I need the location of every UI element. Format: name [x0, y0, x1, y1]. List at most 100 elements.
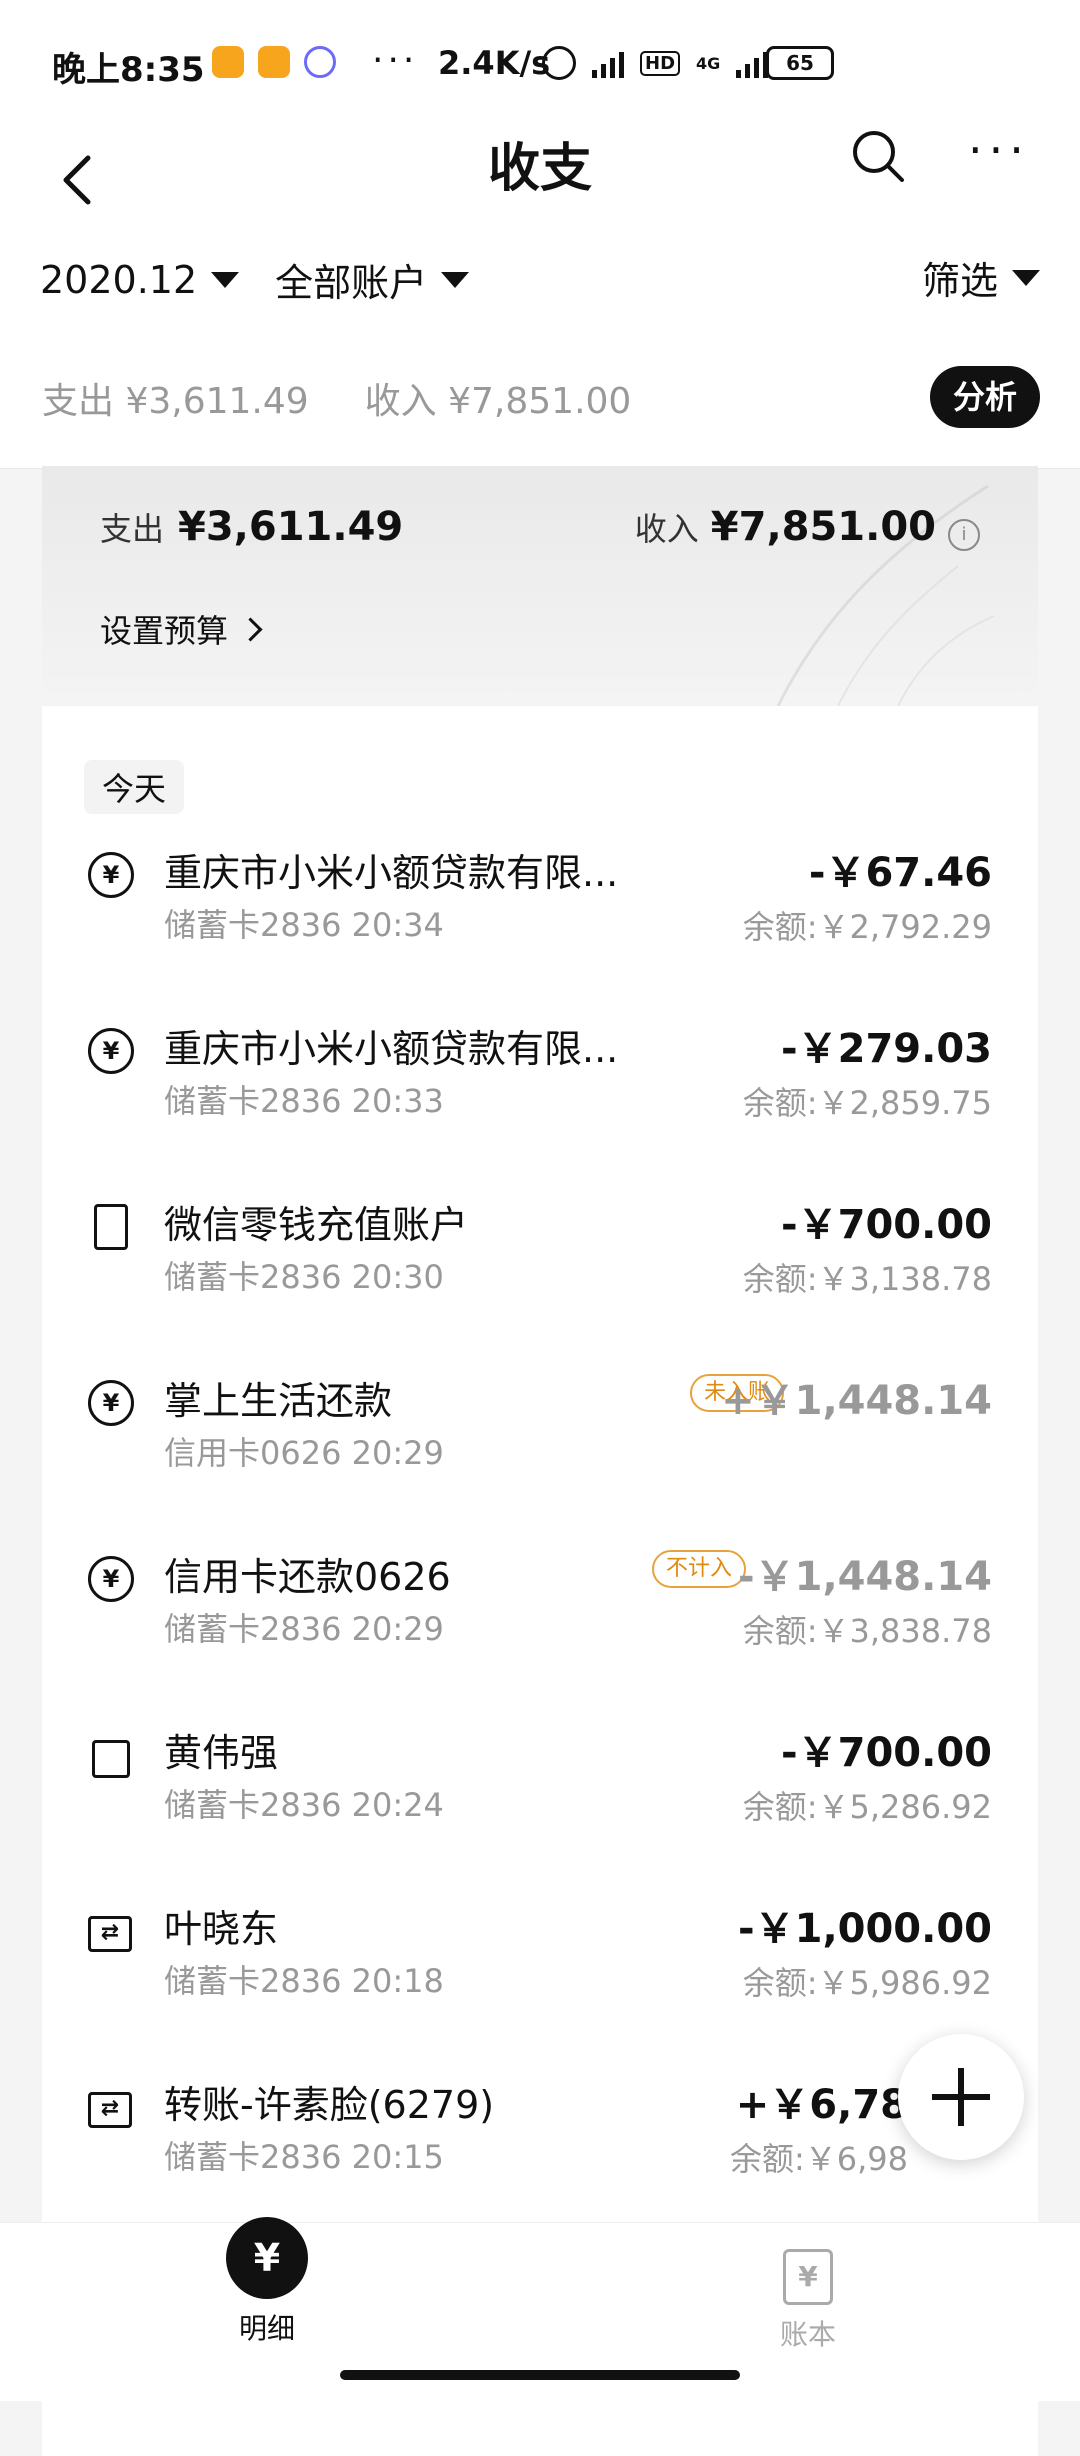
transaction-row[interactable]: ¥ 掌上生活还款 信用卡0626 20:29 未入账 +￥1,448.14	[42, 1358, 1038, 1534]
transaction-name: 黄伟强	[164, 1731, 279, 1775]
tab-details-label: 明细	[238, 2312, 295, 2345]
transaction-amount: +￥6,78	[735, 2082, 908, 2128]
transaction-name: 微信零钱充值账户	[164, 1203, 469, 1247]
transaction-amount: -￥700.00	[781, 1730, 992, 1776]
filter-label: 筛选	[921, 259, 998, 303]
alarm-icon	[542, 46, 576, 80]
transaction-amount: -￥700.00	[781, 1202, 992, 1248]
status-time: 晚上8:35	[52, 50, 205, 90]
transaction-balance: 余额:￥3,138.78	[742, 1260, 992, 1298]
transaction-row[interactable]: ¥ 重庆市小米小额贷款有限... 储蓄卡2836 20:33 -￥279.03 …	[42, 1006, 1038, 1182]
network-speed: 2.4K/s	[438, 44, 551, 82]
transfer-icon: ⇄	[88, 2092, 132, 2128]
chevron-right-icon	[238, 616, 263, 642]
period-selector[interactable]: 2020.12	[40, 257, 240, 302]
transaction-sub: 储蓄卡2836 20:33	[164, 1082, 444, 1120]
analysis-button[interactable]: 分析	[930, 366, 1040, 428]
status-right-icons: HD 4G	[542, 46, 769, 80]
status-bar: 晚上8:35 ··· 2.4K/s HD 4G 65	[0, 0, 1080, 120]
banner-income-amount: ¥7,851.00	[710, 504, 936, 550]
transaction-amount: -￥67.46	[808, 850, 992, 896]
banner-expense: 支出 ¥3,611.49	[100, 504, 403, 550]
caret-down-icon	[441, 271, 470, 288]
transaction-row[interactable]: 微信零钱充值账户 储蓄卡2836 20:30 -￥700.00 余额:￥3,13…	[42, 1182, 1038, 1358]
add-transaction-button[interactable]	[898, 2034, 1024, 2160]
transaction-balance: 余额:￥2,792.29	[742, 908, 992, 946]
repayment-icon: ¥	[88, 852, 134, 898]
budget-label: 设置预算	[100, 612, 229, 650]
transaction-row[interactable]: ⇄ 转账-许素脸(6279) 储蓄卡2836 20:15 +￥6,78 余额:￥…	[42, 2062, 1038, 2238]
transaction-name: 信用卡还款0626	[164, 1555, 451, 1599]
transaction-row[interactable]: 黄伟强 储蓄卡2836 20:24 -￥700.00 余额:￥5,286.92	[42, 1710, 1038, 1886]
transaction-amount: -￥1,448.14	[738, 1554, 992, 1600]
banner-income: 收入 ¥7,851.00 i	[635, 504, 980, 551]
transaction-sub: 信用卡0626 20:29	[164, 1434, 444, 1472]
summary-line: 支出 ¥3,611.49 收入 ¥7,851.00	[42, 372, 631, 424]
transaction-balance: 余额:￥2,859.75	[742, 1084, 992, 1122]
transaction-balance: 余额:￥3,838.78	[742, 1612, 992, 1650]
network-type: 4G	[696, 53, 721, 73]
banner-expense-amount: ¥3,611.49	[178, 504, 404, 550]
notification-app-icon-2	[258, 46, 290, 78]
caret-down-icon	[211, 271, 240, 288]
status-more-icon: ···	[372, 40, 419, 81]
tab-ledger[interactable]: ¥ 账本	[780, 2237, 836, 2353]
banner-income-label: 收入	[634, 510, 699, 548]
assistant-app-icon	[304, 46, 336, 78]
status-badge: 不计入	[651, 1550, 746, 1588]
summary-expense: 支出 ¥3,611.49	[42, 381, 309, 422]
banner-expense-label: 支出	[100, 510, 165, 548]
plant-decoration	[776, 484, 995, 706]
caret-down-icon	[1012, 269, 1040, 286]
transaction-balance: 余额:￥6,98	[729, 2140, 908, 2178]
filter-button[interactable]: 筛选	[922, 250, 1040, 305]
transaction-sub: 储蓄卡2836 20:15	[164, 2138, 444, 2176]
more-icon[interactable]: ···	[968, 127, 1030, 173]
shopping-bag-icon	[92, 1740, 130, 1778]
summary-banner: 支出 ¥3,611.49 收入 ¥7,851.00 i 设置预算	[42, 466, 1038, 706]
transaction-row[interactable]: ¥ 信用卡还款0626 储蓄卡2836 20:29 不计入 -￥1,448.14…	[42, 1534, 1038, 1710]
set-budget-link[interactable]: 设置预算	[100, 606, 263, 652]
transaction-sub: 储蓄卡2836 20:24	[164, 1786, 444, 1824]
period-label: 2020.12	[40, 257, 198, 302]
transaction-sub: 储蓄卡2836 20:30	[164, 1258, 444, 1296]
repayment-icon: ¥	[88, 1380, 134, 1426]
transaction-name: 叶晓东	[164, 1907, 279, 1951]
home-indicator[interactable]	[340, 2370, 740, 2380]
search-icon[interactable]	[850, 128, 906, 184]
notification-app-icon	[212, 46, 244, 78]
tab-details[interactable]: ¥ 明细	[226, 2217, 308, 2347]
repayment-icon: ¥	[88, 1556, 134, 1602]
transactions-card: 支出 ¥3,611.49 收入 ¥7,851.00 i 设置预算 今天 ¥ 重庆…	[42, 466, 1038, 2456]
transaction-name: 掌上生活还款	[164, 1379, 393, 1423]
details-icon: ¥	[226, 2217, 308, 2299]
signal-icon-2	[736, 48, 769, 78]
transaction-row[interactable]: ¥ 重庆市小米小额贷款有限... 储蓄卡2836 20:34 -￥67.46 余…	[42, 830, 1038, 1006]
hd-badge: HD	[640, 50, 681, 76]
transaction-name: 转账-许素脸(6279)	[164, 2083, 495, 2127]
repayment-icon: ¥	[88, 1028, 134, 1074]
info-icon[interactable]: i	[948, 519, 980, 551]
ledger-icon: ¥	[783, 2249, 833, 2305]
phone-icon	[94, 1204, 128, 1250]
account-selector[interactable]: 全部账户	[275, 252, 470, 307]
page-title: 收支	[487, 139, 592, 199]
transaction-sub: 储蓄卡2836 20:29	[164, 1610, 444, 1648]
transaction-name: 重庆市小米小额贷款有限...	[164, 1027, 619, 1071]
transaction-amount: -￥279.03	[781, 1026, 992, 1072]
transaction-name: 重庆市小米小额贷款有限...	[164, 851, 619, 895]
transaction-sub: 储蓄卡2836 20:18	[164, 1962, 444, 2000]
transaction-row[interactable]: ⇄ 叶晓东 储蓄卡2836 20:18 -￥1,000.00 余额:￥5,986…	[42, 1886, 1038, 2062]
signal-icon	[592, 48, 624, 78]
header: 收支 ··· 2020.12 全部账户 筛选 支出 ¥3,611.49 收入 ¥…	[0, 120, 1080, 469]
summary-income: 收入 ¥7,851.00	[364, 381, 632, 422]
filter-bar: 2020.12 全部账户	[40, 252, 470, 307]
transaction-amount: -￥1,000.00	[738, 1906, 992, 1952]
transaction-balance: 余额:￥5,986.92	[742, 1964, 992, 2002]
transaction-balance: 余额:￥5,286.92	[742, 1788, 992, 1826]
status-app-icons	[212, 46, 336, 78]
transfer-icon: ⇄	[88, 1916, 132, 1952]
battery-icon: 65	[766, 46, 834, 80]
transaction-amount: +￥1,448.14	[721, 1378, 992, 1424]
account-label: 全部账户	[275, 261, 428, 305]
